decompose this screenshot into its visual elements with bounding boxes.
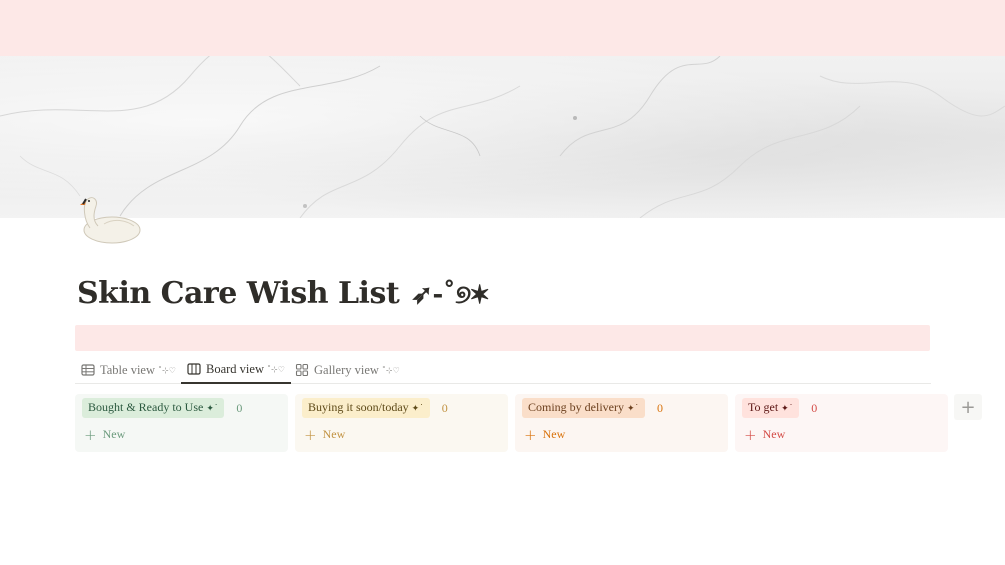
tag-decoration: ✦˙	[627, 404, 640, 414]
tab-label: Gallery view	[314, 362, 379, 377]
board-icon	[187, 362, 201, 376]
column-count: 0	[811, 400, 818, 415]
new-label: New	[542, 427, 566, 441]
view-tabs: Table view ˚⊹♡ Board view ˚⊹♡ Gallery vi…	[75, 356, 931, 384]
new-card-button[interactable]: + New	[744, 427, 785, 442]
tag-decoration: ✦˙	[781, 404, 794, 414]
column-header[interactable]: To get ✦˙ 0	[742, 398, 818, 418]
add-group-button[interactable]: +	[954, 394, 982, 420]
gallery-icon	[295, 363, 309, 377]
callout-block[interactable]	[75, 325, 930, 351]
plus-icon: +	[524, 425, 537, 444]
new-card-button[interactable]: + New	[524, 427, 565, 442]
new-label: New	[762, 427, 786, 441]
tag-decoration: ✦˙	[411, 404, 424, 414]
board-column-buying-soon: Buying it soon/today ✦˙ 0 + New	[295, 394, 508, 452]
swan-icon[interactable]	[74, 190, 144, 250]
plus-icon: +	[84, 425, 97, 444]
page-title[interactable]: Skin Care Wish List ➶-˚୭✶	[77, 276, 489, 311]
column-header[interactable]: Bought & Ready to Use ✦˙ 0	[82, 398, 243, 418]
cover-image	[0, 56, 1005, 218]
tab-decoration: ˚⊹♡	[158, 365, 176, 375]
new-label: New	[102, 427, 126, 441]
board-column-coming-by-delivery: Coming by delivery ✦˙ 0 + New	[515, 394, 728, 452]
page-title-decoration: ➶-˚୭✶	[411, 280, 489, 310]
tab-label: Table view	[100, 362, 156, 377]
tab-table-view[interactable]: Table view ˚⊹♡	[81, 356, 176, 384]
new-card-button[interactable]: + New	[84, 427, 125, 442]
tab-gallery-view[interactable]: Gallery view ˚⊹♡	[295, 356, 400, 384]
table-icon	[81, 363, 95, 377]
top-color-band	[0, 0, 1005, 56]
tab-decoration: ˚⊹♡	[266, 364, 285, 374]
status-tag[interactable]: Bought & Ready to Use ✦˙	[82, 398, 225, 418]
column-header[interactable]: Buying it soon/today ✦˙ 0	[302, 398, 448, 418]
board-column-to-get: To get ✦˙ 0 + New	[735, 394, 948, 452]
plus-icon: +	[744, 425, 757, 444]
status-tag[interactable]: To get ✦˙	[742, 398, 800, 418]
board-column-bought: Bought & Ready to Use ✦˙ 0 + New	[75, 394, 288, 452]
new-card-button[interactable]: + New	[304, 427, 345, 442]
column-count: 0	[236, 400, 243, 415]
tab-label: Board view	[206, 361, 264, 376]
plus-icon: +	[304, 425, 317, 444]
tab-board-view[interactable]: Board view ˚⊹♡	[181, 356, 291, 384]
status-tag[interactable]: Coming by delivery ✦˙	[522, 398, 646, 418]
column-count: 0	[657, 400, 664, 415]
tab-decoration: ˚⊹♡	[381, 365, 400, 375]
tag-decoration: ✦˙	[206, 404, 219, 414]
status-tag[interactable]: Buying it soon/today ✦˙	[302, 398, 430, 418]
new-label: New	[322, 427, 346, 441]
column-count: 0	[441, 400, 448, 415]
column-header[interactable]: Coming by delivery ✦˙ 0	[522, 398, 664, 418]
page-title-text: Skin Care Wish List	[77, 276, 400, 311]
